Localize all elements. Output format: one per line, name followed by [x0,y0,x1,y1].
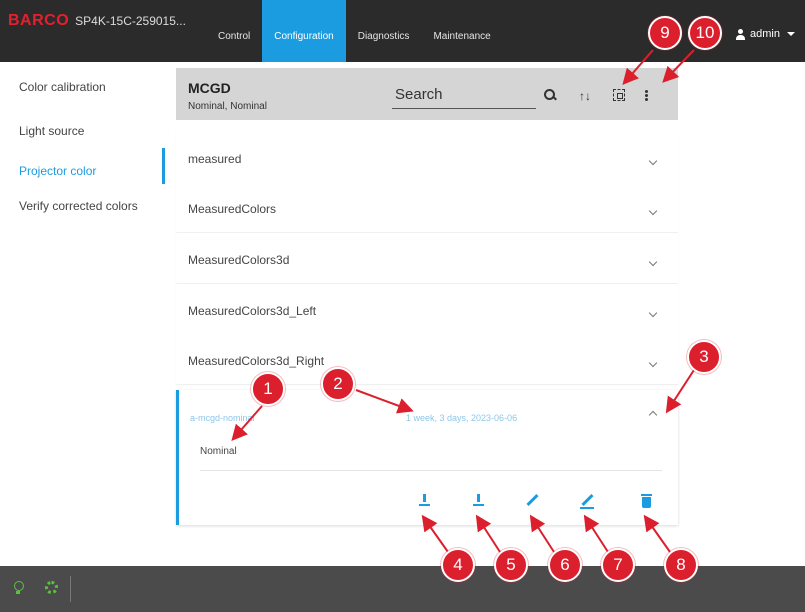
list-item-label: measured [188,152,242,166]
list-item[interactable]: measured [176,132,678,182]
callout-8: 8 [664,548,698,582]
sidebar-item-color-calibration[interactable]: Color calibration [19,80,106,94]
callout-9: 9 [648,16,682,50]
list-item-label: MeasuredColors3d_Right [188,354,325,368]
search-icon[interactable] [543,88,557,104]
callout-7: 7 [601,548,635,582]
list-item[interactable]: MeasuredColors3d_Right [176,334,678,384]
tab-control[interactable]: Control [206,0,262,62]
callout-3: 3 [687,340,721,374]
rename-icon[interactable] [580,494,594,509]
search-underline [392,108,536,109]
brand: BARCO SP4K-15C-259015... [8,10,186,52]
callout-4: 4 [441,548,475,582]
barco-logo: BARCO [8,12,70,29]
tab-maintenance[interactable]: Maintenance [421,0,502,62]
chevron-down-icon[interactable] [648,257,658,267]
more-options-icon[interactable] [644,90,648,102]
chevron-down-icon[interactable] [648,308,658,318]
user-icon [735,28,746,40]
list-item[interactable]: MeasuredColors [176,182,678,232]
panel-header: MCGD Nominal, Nominal Search ↑↓ [176,68,678,120]
top-bar: BARCO SP4K-15C-259015... Control Configu… [0,0,805,62]
sidebar-item-projector-color[interactable]: Projector color [19,164,96,178]
callout-1: 1 [251,372,285,406]
search-input[interactable]: Search [395,86,443,103]
list-item[interactable]: MeasuredColors3d_Left [176,284,678,334]
chevron-down-icon[interactable] [648,358,658,368]
chevron-down-icon[interactable] [648,156,658,166]
device-name: SP4K-15C-259015... [75,14,186,28]
selection-bar [176,390,179,525]
divider [70,576,71,602]
list-item-label: MeasuredColors3d_Left [188,304,317,318]
main-nav: Control Configuration Diagnostics Mainte… [206,0,503,62]
item-date: 1 week, 3 days, 2023-06-06 [406,413,518,423]
chevron-down-icon[interactable] [648,206,658,216]
callout-10: 10 [688,16,722,50]
tab-diagnostics[interactable]: Diagnostics [346,0,422,62]
edit-icon[interactable] [526,494,538,508]
export-icon[interactable] [473,494,485,508]
chevron-down-icon [787,32,795,36]
callout-2: 2 [321,367,355,401]
lamp-icon[interactable] [12,581,24,595]
user-menu[interactable]: admin [735,28,795,40]
sidebar-item-light-source[interactable]: Light source [19,124,84,138]
callout-5: 5 [494,548,528,582]
select-icon[interactable] [613,89,625,101]
page-subtitle: Nominal, Nominal [188,101,267,112]
list-item-label: MeasuredColors [188,202,277,216]
main-panel: MCGD Nominal, Nominal Search ↑↓ measured… [176,62,678,540]
divider [200,470,662,471]
item-name: a-mcgd-nominal [190,413,255,423]
list-item-label: MeasuredColors3d [188,253,290,267]
download-icon[interactable] [419,494,431,508]
chevron-up-icon[interactable] [648,410,658,420]
list-item[interactable]: MeasuredColors3d [176,233,678,283]
item-detail: Nominal [200,446,237,457]
page-title: MCGD [188,80,231,96]
delete-icon[interactable] [641,494,653,508]
active-indicator [162,148,165,184]
tab-configuration[interactable]: Configuration [262,0,346,62]
sidebar-item-verify-corrected-colors[interactable]: Verify corrected colors [19,199,138,213]
gear-icon[interactable] [45,581,58,594]
user-name: admin [750,28,780,40]
sort-icon[interactable]: ↑↓ [579,88,593,104]
expanded-list-item[interactable]: a-mcgd-nominal 1 week, 3 days, 2023-06-0… [176,390,678,525]
callout-6: 6 [548,548,582,582]
